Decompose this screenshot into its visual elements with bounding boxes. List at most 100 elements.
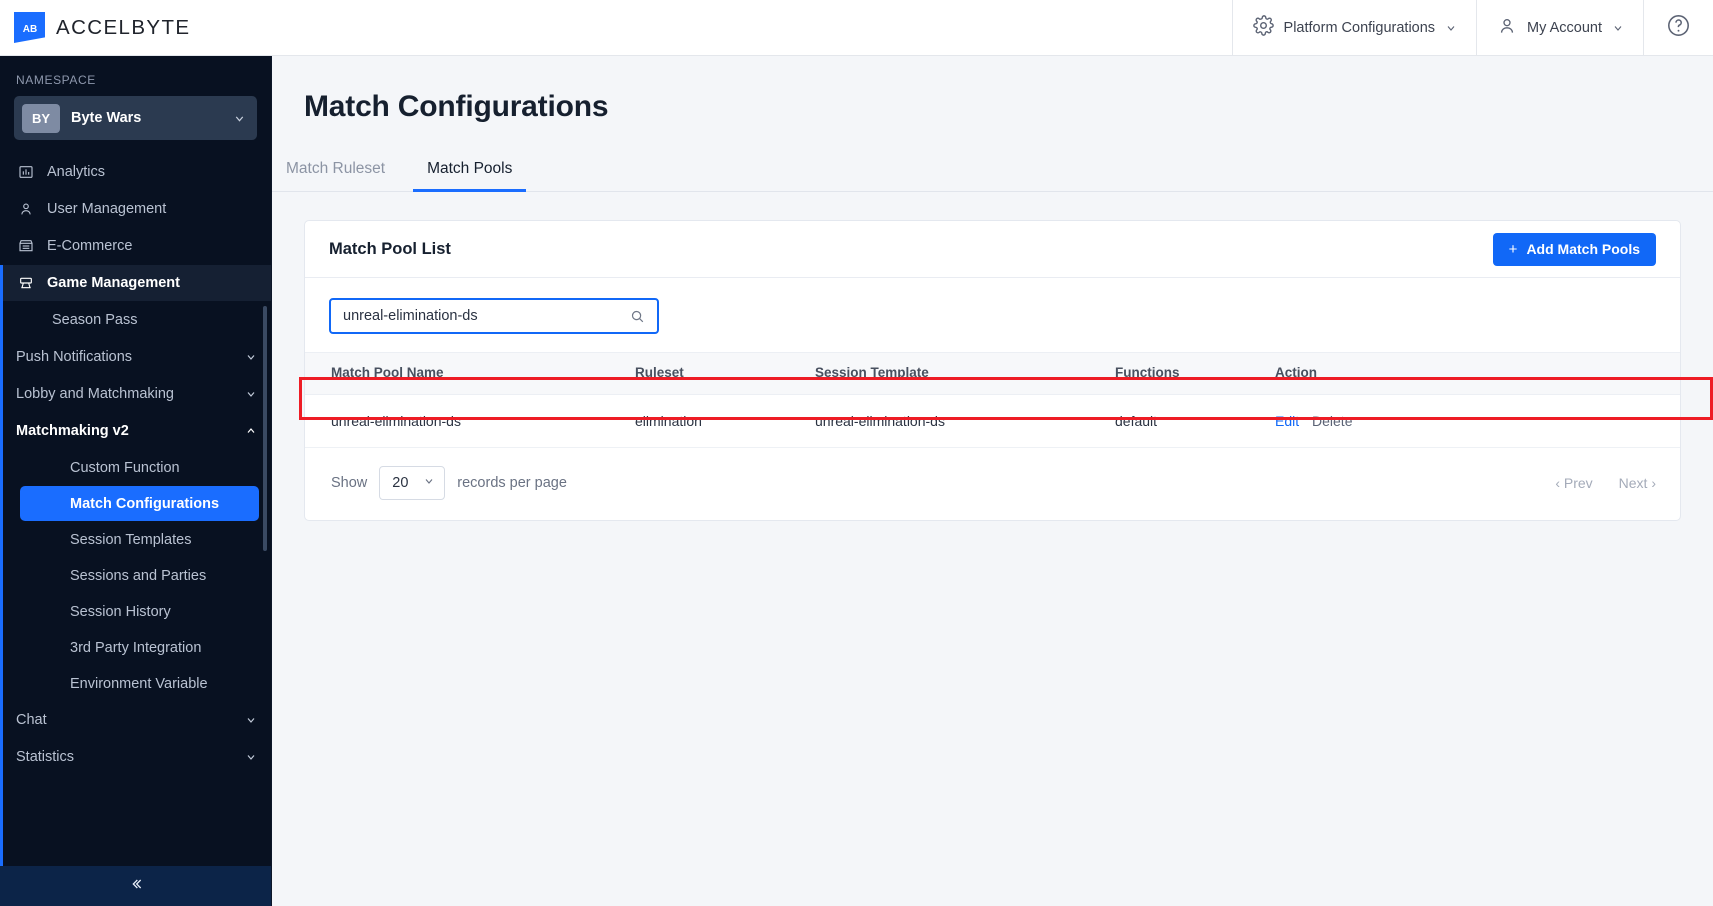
- namespace-badge: BY: [22, 103, 60, 133]
- table-body: unreal-elimination-ds elimination unreal…: [305, 394, 1680, 448]
- table-header-row: Match Pool Name Ruleset Session Template…: [305, 352, 1680, 395]
- sidebar-item-label: Sessions and Parties: [70, 567, 207, 584]
- sidebar-item-chat[interactable]: Chat: [0, 702, 271, 738]
- page-size-select[interactable]: 20: [379, 466, 446, 500]
- namespace-selector[interactable]: BY Byte Wars: [14, 96, 257, 140]
- cell-session-template: unreal-elimination-ds: [815, 394, 1115, 448]
- platform-configurations-label: Platform Configurations: [1283, 19, 1436, 36]
- cell-action: Edit Delete: [1275, 394, 1680, 448]
- my-account-menu[interactable]: My Account: [1476, 0, 1643, 56]
- plus-icon: +: [1508, 240, 1518, 258]
- delete-link[interactable]: Delete: [1312, 413, 1352, 429]
- sidebar-item-e-commerce[interactable]: E-Commerce: [0, 228, 271, 264]
- column-header-ruleset: Ruleset: [635, 352, 815, 395]
- double-chevron-left-icon: [126, 876, 146, 897]
- add-match-pools-label: Add Match Pools: [1526, 241, 1640, 257]
- sidebar-item-session-history[interactable]: Session History: [20, 594, 259, 629]
- sidebar-item-label: Season Pass: [52, 312, 138, 328]
- chevron-down-icon: [1445, 22, 1456, 33]
- sidebar-item-label: Chat: [16, 712, 47, 728]
- person-icon: [16, 201, 35, 217]
- svg-text:AB: AB: [22, 24, 36, 35]
- sidebar-item-label: Environment Variable: [70, 675, 208, 692]
- sidebar: NAMESPACE BY Byte Wars Analytics User Ma…: [0, 56, 272, 906]
- sidebar-collapse-button[interactable]: [0, 866, 271, 906]
- cell-functions: default: [1115, 394, 1275, 448]
- sidebar-item-statistics[interactable]: Statistics: [0, 739, 271, 775]
- help-button[interactable]: [1643, 0, 1713, 56]
- table-row: unreal-elimination-ds elimination unreal…: [305, 394, 1680, 448]
- sidebar-item-label: Session Templates: [70, 531, 192, 548]
- add-match-pools-button[interactable]: + Add Match Pools: [1492, 232, 1656, 266]
- column-header-action: Action: [1275, 352, 1680, 395]
- sidebar-item-session-templates[interactable]: Session Templates: [20, 522, 259, 557]
- match-pool-table: Match Pool Name Ruleset Session Template…: [305, 352, 1680, 448]
- sidebar-active-section-indicator: [0, 268, 3, 866]
- sidebar-item-game-management[interactable]: Game Management: [0, 265, 271, 301]
- sidebar-item-label: Statistics: [16, 749, 75, 765]
- sidebar-scroll-area: NAMESPACE BY Byte Wars Analytics User Ma…: [0, 56, 271, 866]
- search-input[interactable]: [343, 308, 630, 324]
- search-box[interactable]: [329, 298, 659, 334]
- sidebar-item-environment-variable[interactable]: Environment Variable: [20, 666, 259, 701]
- prev-page-button[interactable]: ‹ Prev: [1555, 475, 1592, 491]
- next-page-button[interactable]: Next ›: [1619, 475, 1656, 491]
- cell-ruleset: elimination: [635, 394, 815, 448]
- namespace-label: NAMESPACE: [16, 73, 96, 87]
- sidebar-nav: Analytics User Management E-Commerce Gam…: [0, 154, 271, 775]
- my-account-label: My Account: [1527, 19, 1602, 36]
- tab-match-ruleset[interactable]: Match Ruleset: [272, 150, 399, 192]
- brand-logo[interactable]: AB ACCELBYTE: [0, 12, 191, 43]
- sidebar-item-label: Push Notifications: [16, 349, 133, 365]
- top-bar: AB ACCELBYTE Platform Configurations My …: [0, 0, 1713, 56]
- store-icon: [16, 238, 35, 254]
- tab-label: Match Pools: [427, 160, 513, 177]
- sidebar-item-lobby-and-matchmaking[interactable]: Lobby and Matchmaking: [0, 376, 271, 412]
- sidebar-scrollbar[interactable]: [263, 306, 267, 551]
- chevron-down-icon: [245, 714, 257, 726]
- pagination: ‹ Prev Next ›: [1555, 475, 1656, 491]
- sidebar-item-label: Matchmaking v2: [16, 423, 129, 439]
- page-title: Match Configurations: [304, 90, 609, 123]
- table-header: Match Pool Name Ruleset Session Template…: [305, 352, 1680, 395]
- sidebar-item-match-configurations[interactable]: Match Configurations: [20, 486, 259, 521]
- sidebar-item-label: Match Configurations: [70, 495, 220, 512]
- edit-link[interactable]: Edit: [1275, 413, 1299, 429]
- tab-label: Match Ruleset: [286, 160, 386, 177]
- sidebar-item-push-notifications[interactable]: Push Notifications: [0, 339, 271, 375]
- page-size-group: Show 20 records per page: [331, 466, 567, 500]
- cell-match-pool-name: unreal-elimination-ds: [305, 394, 635, 448]
- sidebar-item-label: Custom Function: [70, 459, 180, 476]
- table-footer: Show 20 records per page ‹ Prev Next ›: [305, 448, 1680, 520]
- namespace-name: Byte Wars: [71, 110, 142, 126]
- sidebar-item-label: Game Management: [47, 275, 180, 291]
- platform-configurations-menu[interactable]: Platform Configurations: [1231, 0, 1477, 56]
- tab-match-pools[interactable]: Match Pools: [413, 150, 527, 192]
- search-area: [305, 278, 1680, 352]
- app-root: AB ACCELBYTE Platform Configurations My …: [0, 0, 1713, 906]
- sidebar-item-3rd-party-integration[interactable]: 3rd Party Integration: [20, 630, 259, 665]
- sidebar-item-sessions-and-parties[interactable]: Sessions and Parties: [20, 558, 259, 593]
- page-size-value: 20: [392, 475, 409, 491]
- person-icon: [1497, 16, 1517, 40]
- chart-bar-icon: [16, 164, 35, 180]
- sidebar-item-label: Lobby and Matchmaking: [16, 386, 174, 402]
- sidebar-item-matchmaking-v2[interactable]: Matchmaking v2: [0, 413, 271, 449]
- chevron-down-icon: [1612, 22, 1623, 33]
- card-header: Match Pool List + Add Match Pools: [305, 221, 1680, 278]
- chevron-up-icon: [245, 425, 257, 437]
- search-icon[interactable]: [630, 309, 645, 324]
- sidebar-item-analytics[interactable]: Analytics: [0, 154, 271, 190]
- sidebar-item-label: E-Commerce: [47, 238, 133, 254]
- card-title: Match Pool List: [329, 239, 451, 258]
- sidebar-item-label: Analytics: [47, 164, 106, 180]
- sidebar-item-custom-function[interactable]: Custom Function: [20, 450, 259, 485]
- game-controller-icon: [16, 275, 35, 291]
- sidebar-item-season-pass[interactable]: Season Pass: [0, 302, 271, 338]
- sidebar-item-label: Session History: [70, 603, 171, 620]
- column-header-session-template: Session Template: [815, 352, 1115, 395]
- sidebar-item-label: 3rd Party Integration: [70, 639, 202, 656]
- sidebar-item-user-management[interactable]: User Management: [0, 191, 271, 227]
- show-label: Show: [331, 475, 368, 491]
- tab-bar: Match Ruleset Match Pools: [272, 149, 1713, 192]
